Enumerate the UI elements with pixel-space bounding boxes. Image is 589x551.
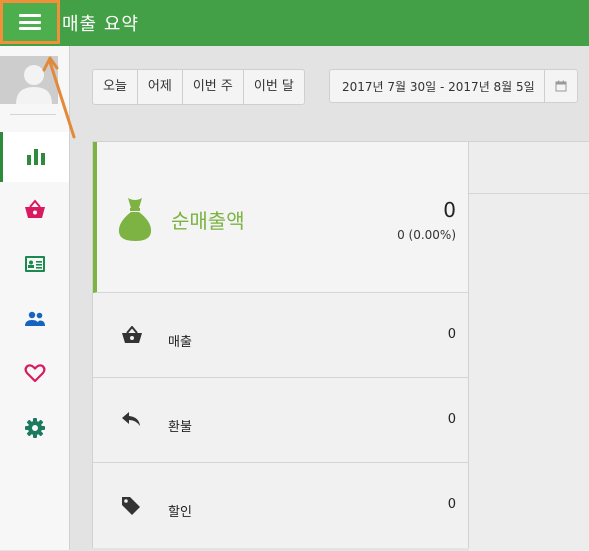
list-item[interactable]: 환불 0 bbox=[93, 378, 468, 463]
date-range-text: 2017년 7월 30일 - 2017년 8월 5일 bbox=[342, 79, 535, 94]
sidebar bbox=[0, 46, 70, 550]
avatar[interactable] bbox=[0, 56, 58, 104]
sidebar-item-employees[interactable] bbox=[0, 294, 69, 344]
basket-icon bbox=[122, 326, 142, 343]
money-bag-icon bbox=[118, 198, 152, 241]
refund-label: 환불 bbox=[168, 420, 192, 435]
hamburger-icon bbox=[19, 14, 41, 30]
gear-icon bbox=[24, 418, 45, 438]
list-item[interactable]: 매출 0 bbox=[93, 293, 468, 378]
sidebar-item-customers-card[interactable] bbox=[0, 239, 69, 289]
reply-icon bbox=[122, 412, 140, 426]
basket-icon bbox=[24, 199, 45, 218]
secondary-panel bbox=[469, 141, 589, 551]
yesterday-button[interactable]: 어제 bbox=[138, 70, 183, 104]
quick-range-buttons: 오늘 어제 이번 주 이번 달 bbox=[92, 69, 305, 105]
panel-divider bbox=[469, 193, 589, 194]
discount-label: 할인 bbox=[168, 505, 192, 520]
this-week-button[interactable]: 이번 주 bbox=[183, 70, 244, 104]
top-app-bar: 매출 요약 bbox=[0, 0, 589, 46]
date-range-picker[interactable]: 2017년 7월 30일 - 2017년 8월 5일 bbox=[329, 69, 578, 103]
sales-value: 0 bbox=[447, 327, 456, 342]
calendar-icon[interactable] bbox=[544, 70, 577, 102]
net-sales-value: 0 bbox=[443, 198, 456, 222]
page-title: 매출 요약 bbox=[62, 14, 139, 35]
tag-icon bbox=[122, 497, 140, 515]
sales-label: 매출 bbox=[168, 335, 192, 350]
net-sales-panel: 순매출액 0 0 (0.00%) bbox=[93, 142, 468, 293]
today-button[interactable]: 오늘 bbox=[93, 70, 138, 104]
id-card-icon bbox=[24, 256, 45, 272]
bar-chart-icon bbox=[27, 149, 45, 165]
net-sales-label: 순매출액 bbox=[171, 209, 245, 233]
sales-summary-card: 순매출액 0 0 (0.00%) 매출 0 환불 0 할인 0 bbox=[92, 141, 469, 548]
people-icon bbox=[24, 311, 45, 326]
heart-icon bbox=[24, 364, 45, 383]
discount-value: 0 bbox=[447, 497, 456, 512]
sidebar-item-settings[interactable] bbox=[0, 403, 69, 453]
list-item[interactable]: 할인 0 bbox=[93, 463, 468, 548]
this-month-button[interactable]: 이번 달 bbox=[244, 70, 304, 104]
sidebar-item-sales[interactable] bbox=[0, 185, 69, 235]
sidebar-item-favorites[interactable] bbox=[0, 348, 69, 398]
user-avatar-icon bbox=[0, 56, 58, 104]
sidebar-divider bbox=[10, 114, 56, 115]
sidebar-item-dashboard[interactable] bbox=[0, 132, 69, 182]
menu-button[interactable] bbox=[0, 0, 60, 44]
net-sales-percent: 0 (0.00%) bbox=[397, 228, 456, 242]
refund-value: 0 bbox=[447, 412, 456, 427]
